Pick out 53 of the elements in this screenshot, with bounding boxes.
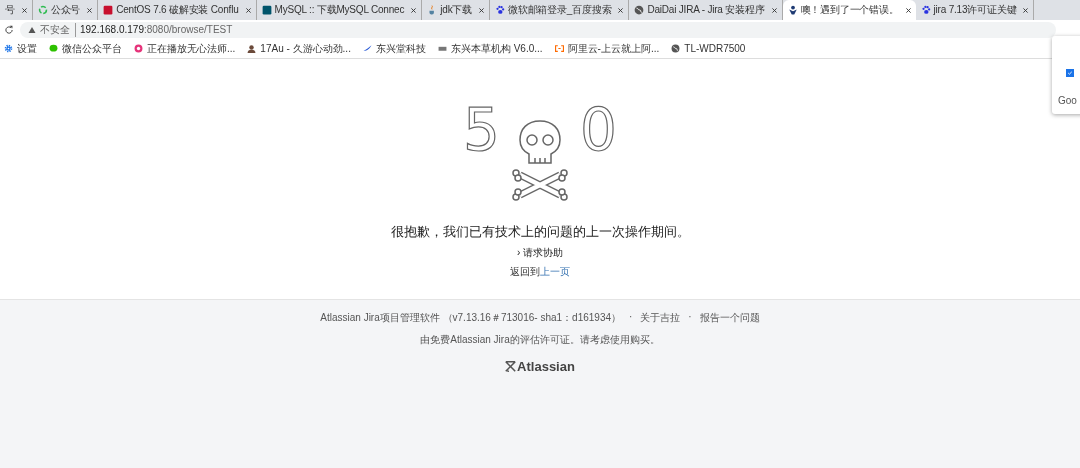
swoosh-icon <box>362 44 372 53</box>
help-link[interactable]: › 请求协助 <box>516 246 564 260</box>
bookmark-label: 微信公众平台 <box>62 41 122 56</box>
product-info: Atlassian Jira项目管理软件 （v7.13.16＃713016- sha1：d161934） <box>320 311 621 325</box>
avatar-icon <box>247 44 257 53</box>
ring-icon <box>134 44 143 53</box>
separator-dot: · <box>629 311 633 324</box>
close-icon[interactable] <box>770 6 778 14</box>
site-icon <box>103 5 114 15</box>
error-digit: 0 <box>580 101 617 159</box>
close-icon[interactable] <box>1022 6 1030 14</box>
footer-link[interactable]: 报告一个问题 <box>699 311 760 325</box>
close-icon[interactable] <box>86 6 94 14</box>
back-link[interactable]: 上一页 <box>540 265 570 279</box>
close-icon[interactable] <box>244 6 252 14</box>
paw-icon <box>495 5 506 15</box>
paw-icon <box>920 5 931 15</box>
url-text: 192.168.0.179:8080/browse/TEST <box>80 24 233 35</box>
bookmark-item[interactable]: 东兴堂科技 <box>362 41 426 56</box>
checkbox[interactable] <box>1066 69 1074 77</box>
error-digit: 5 <box>463 101 500 159</box>
figure-icon <box>787 5 798 15</box>
address-bar[interactable]: 不安全 192.168.0.179:8080/browse/TEST <box>20 21 1056 38</box>
close-icon[interactable] <box>904 6 912 14</box>
bookmark-label: TL-WDR7500 <box>684 43 746 54</box>
license-text: 由免费Atlassian Jira的评估许可证。请考虑使用购买。 <box>420 333 660 347</box>
separator-dot: · <box>688 311 692 324</box>
close-icon[interactable] <box>617 6 625 14</box>
back-text: 返回到 <box>510 265 540 279</box>
bookmark-label: 东兴堂科技 <box>375 41 426 56</box>
site-icon <box>437 44 447 53</box>
footer-link[interactable]: 关于吉拉 <box>640 311 681 325</box>
globe-icon <box>671 44 681 53</box>
bookmark-item[interactable]: 微信公众平台 <box>49 41 122 56</box>
bracket-icon <box>554 44 564 53</box>
bookmark-item[interactable]: 设置 <box>4 41 37 56</box>
recycle-icon <box>37 5 48 15</box>
site-icon <box>261 5 272 15</box>
atlassian-logo[interactable]: Atlassian <box>505 359 575 374</box>
error-message: 很抱歉，我们已有技术上的问题的上一次操作期间。 <box>390 223 690 241</box>
bookmark-item[interactable]: TL-WDR7500 <box>671 43 746 54</box>
bookmark-label: 设置 <box>17 41 37 56</box>
close-icon[interactable] <box>478 6 486 14</box>
browser-tab[interactable]: 噢！遇到了一个错误。 <box>782 0 916 20</box>
close-icon[interactable] <box>20 6 28 14</box>
close-icon[interactable] <box>410 6 418 14</box>
chat-icon <box>49 44 58 53</box>
warning-icon <box>28 25 36 34</box>
globe-icon <box>634 5 645 15</box>
popup-text: Goo <box>1058 95 1077 106</box>
gear-icon <box>4 44 13 53</box>
reload-icon[interactable] <box>4 24 14 35</box>
security-label: 不安全 <box>40 22 76 37</box>
